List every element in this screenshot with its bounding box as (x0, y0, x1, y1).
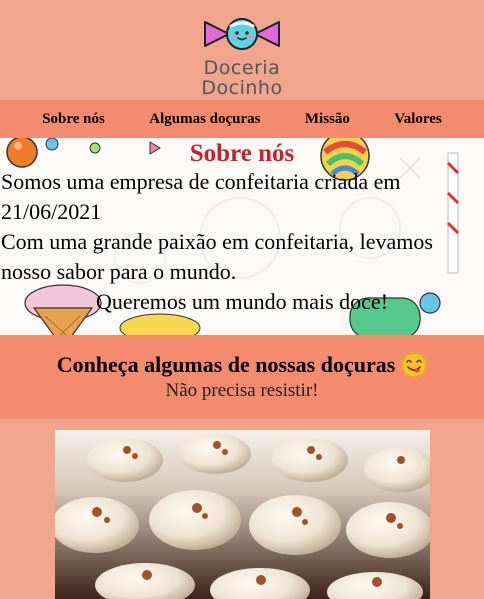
nav-item-sobre-nos[interactable]: Sobre nós (42, 111, 105, 128)
brand-name-line2: Docinho (201, 77, 283, 99)
cupcakes-photo-image (55, 430, 430, 599)
sweets-heading: Conheça algumas de nossas doçuras (57, 351, 428, 379)
nav-item-valores[interactable]: Valores (394, 111, 442, 128)
about-content: Sobre nós Somos uma empresa de confeitar… (0, 138, 484, 317)
about-title: Sobre nós (189, 140, 295, 167)
smiling-face-savoring-food-emoji-icon (401, 352, 428, 378)
about-tagline: Queremos um mundo mais doce! (95, 289, 389, 314)
about-section: Sobre nós Somos uma empresa de confeitar… (0, 138, 484, 335)
sweets-subheading: Não precisa resistir! (165, 380, 319, 401)
candy-icon (204, 18, 280, 50)
site-header: Doceria Docinho (0, 0, 484, 100)
cupcakes-photo (55, 430, 430, 599)
about-text-founded: Somos uma empresa de confeitaria criada … (1, 169, 401, 224)
nav-item-algumas-docuras[interactable]: Algumas doçuras (149, 111, 260, 128)
main-nav: Sobre nós Algumas doçuras Missão Valores (0, 100, 484, 138)
sweets-section-header: Conheça algumas de nossas doçuras Não pr… (0, 335, 484, 419)
about-text-passion: Com uma grande paixão em confeitaria, le… (1, 229, 433, 284)
brand-name: Doceria Docinho (201, 58, 282, 98)
nav-item-missao[interactable]: Missão (305, 111, 350, 128)
brand-name-line1: Doceria (203, 57, 281, 79)
sweets-heading-text: Conheça algumas de nossas doçuras (56, 352, 396, 377)
